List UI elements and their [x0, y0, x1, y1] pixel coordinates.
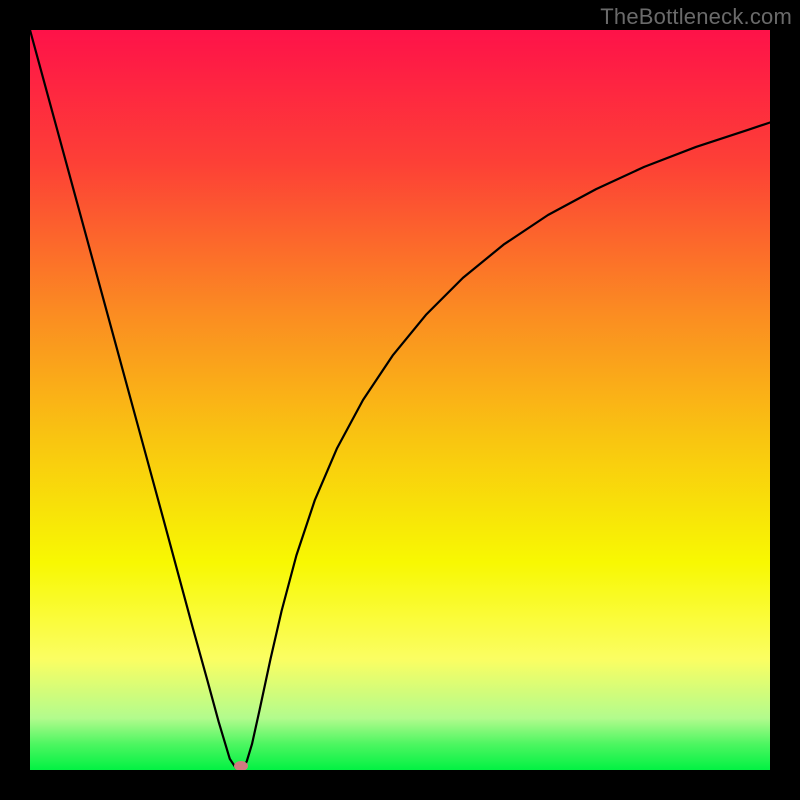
chart-frame: TheBottleneck.com — [0, 0, 800, 800]
plot-area — [30, 30, 770, 770]
curve-layer — [30, 30, 770, 770]
bottleneck-marker — [234, 761, 248, 770]
watermark-text: TheBottleneck.com — [600, 4, 792, 30]
bottleneck-curve — [30, 30, 770, 770]
